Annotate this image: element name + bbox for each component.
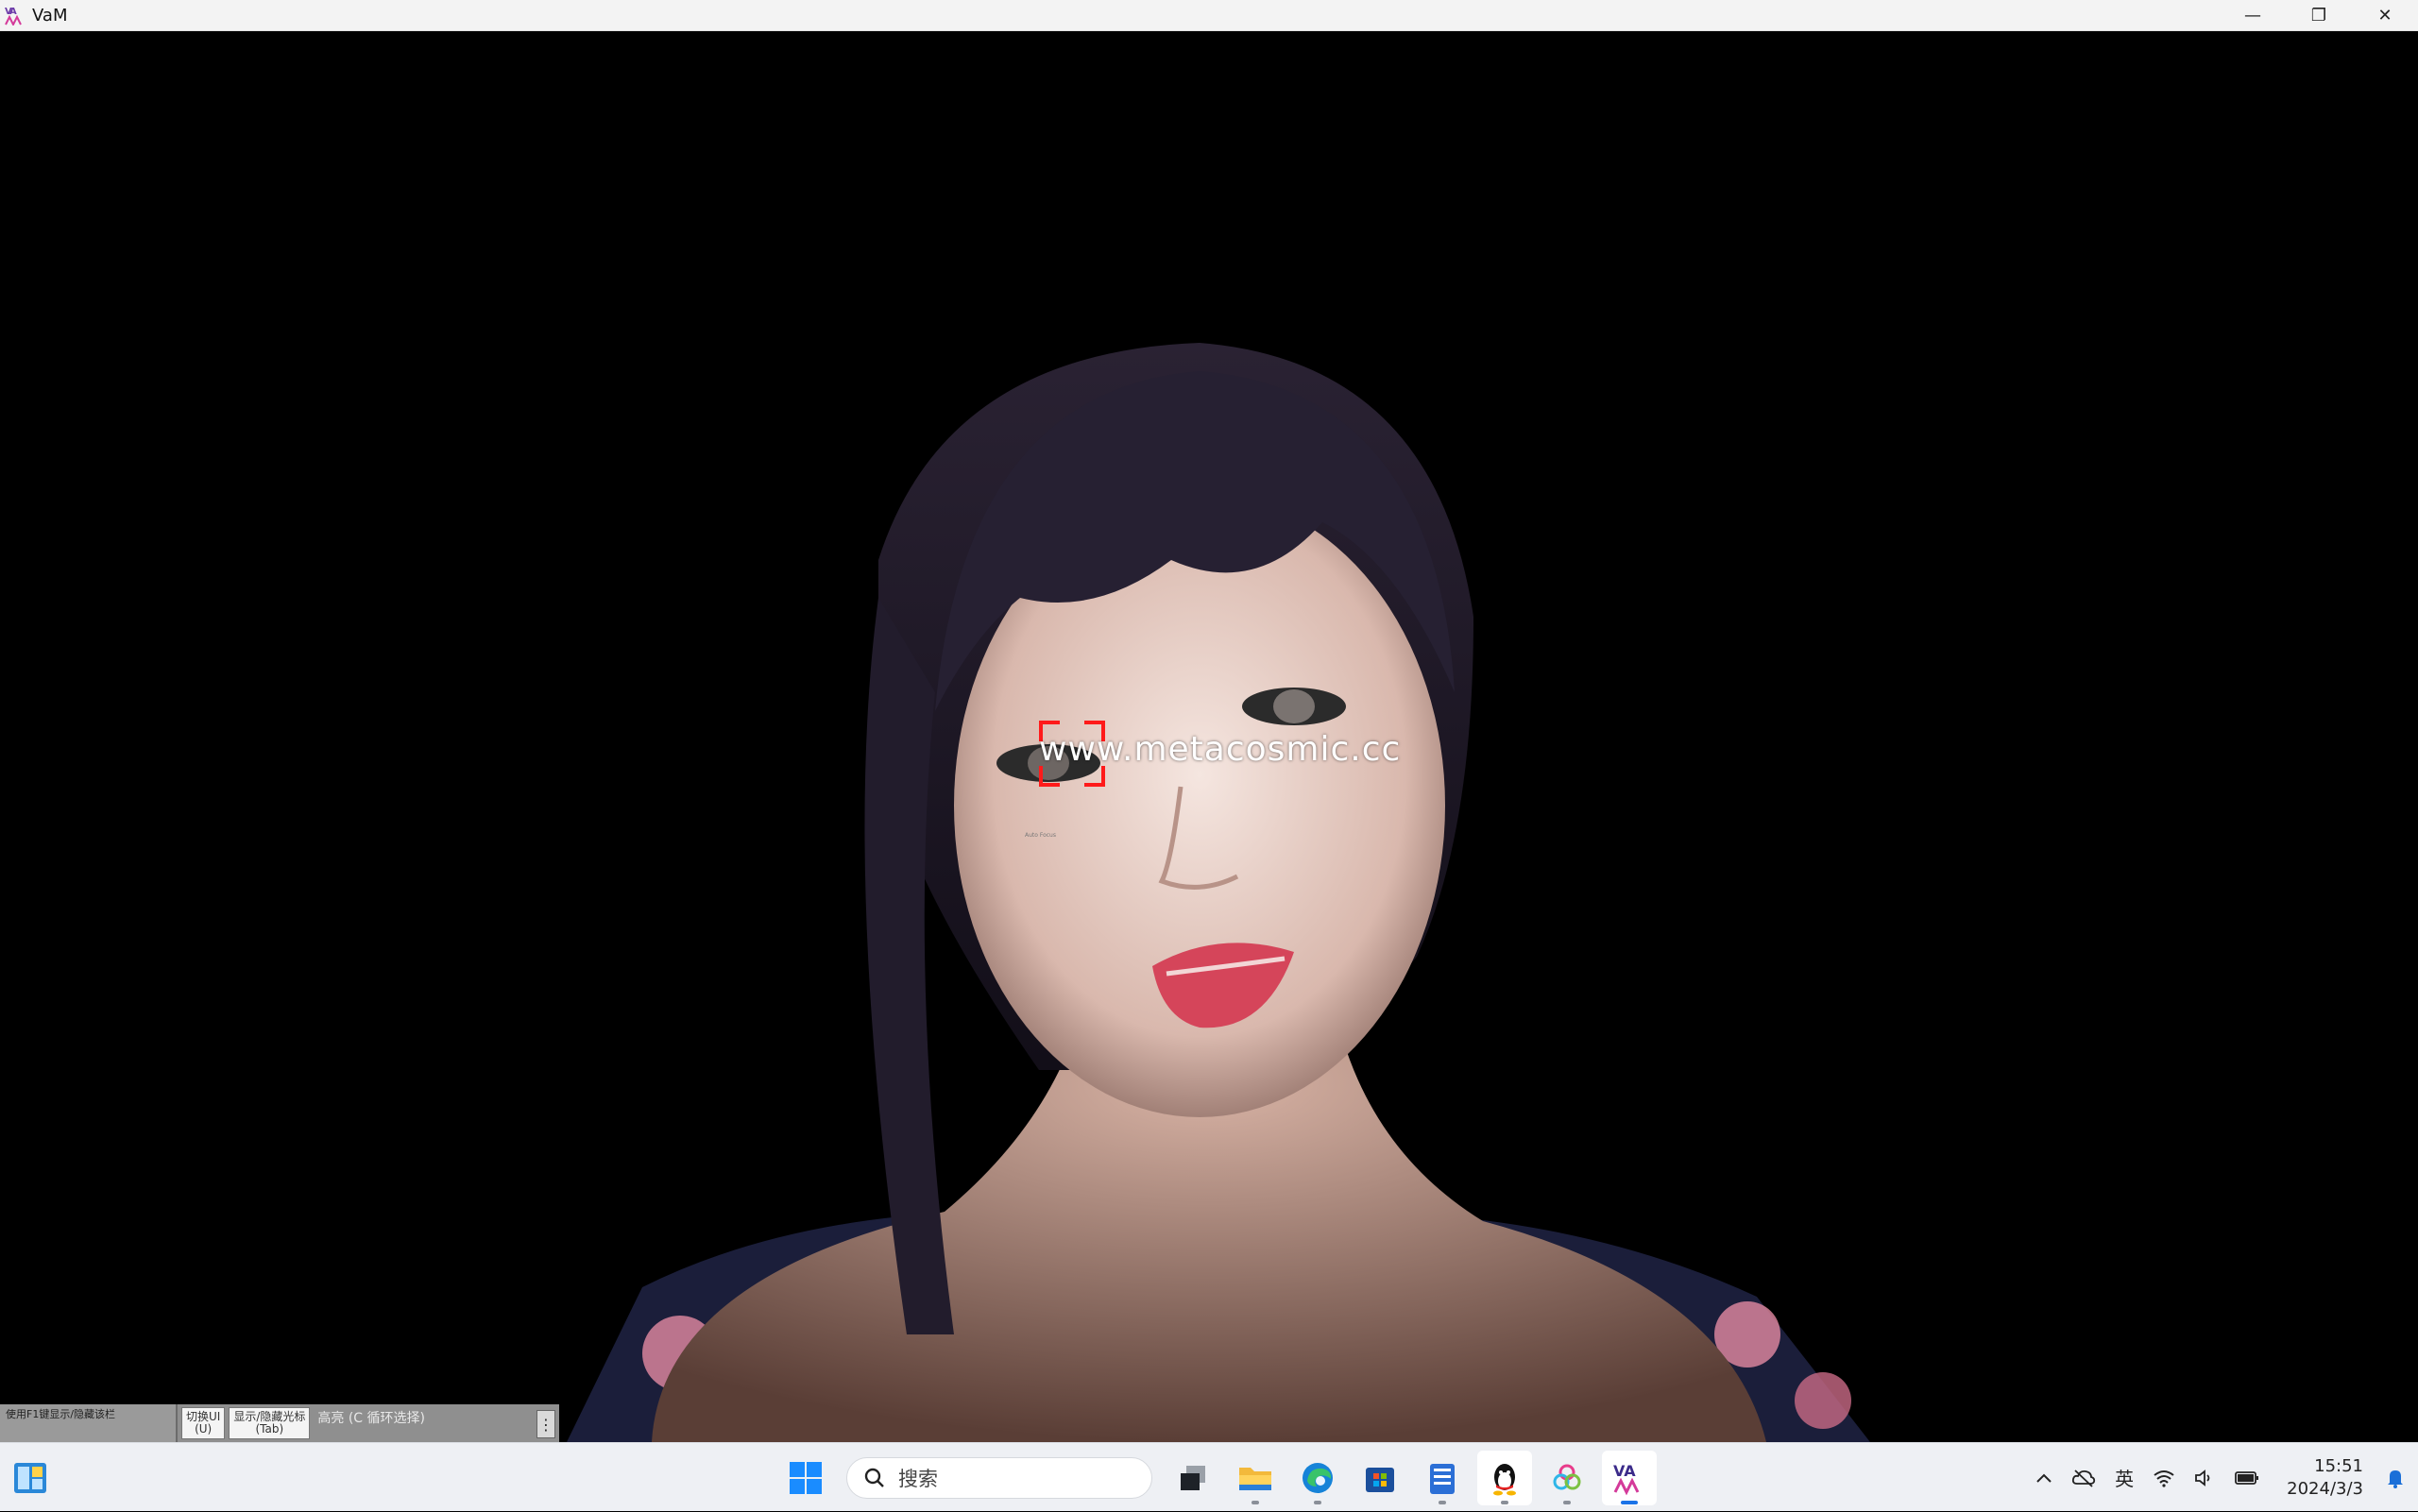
scene-viewport[interactable]: Auto Focus www.metacosmic.cc xyxy=(0,31,2418,1442)
cloud-offline-icon[interactable] xyxy=(2071,1469,2096,1487)
toggle-cursor-button[interactable]: 显示/隐藏光标 (Tab) xyxy=(229,1407,311,1439)
edge-icon[interactable] xyxy=(1290,1451,1345,1505)
svg-text:VA: VA xyxy=(1613,1462,1636,1480)
toggle-ui-button[interactable]: 切换UI (U) xyxy=(181,1407,226,1439)
task-view-icon[interactable] xyxy=(1166,1451,1220,1505)
tool-strip: 切换UI (U) 显示/隐藏光标 (Tab) 高亮 (C 循环选择) ⋮ xyxy=(178,1404,559,1442)
vam-quick-toolbar: 使用F1键显示/隐藏该栏 切换UI (U) 显示/隐藏光标 (Tab) 高亮 (… xyxy=(0,1404,559,1442)
app-cluster-icon[interactable] xyxy=(1540,1451,1594,1505)
vam-icon[interactable]: VA xyxy=(1602,1450,1657,1505)
svg-text:VA: VA xyxy=(5,7,17,17)
microsoft-store-icon[interactable] xyxy=(1353,1451,1407,1505)
qq-icon[interactable] xyxy=(1477,1450,1532,1505)
close-button[interactable]: ✕ xyxy=(2352,0,2418,31)
clock[interactable]: 15:51 2024/3/3 xyxy=(2287,1455,2363,1501)
window-titlebar: VA VaM — ❐ ✕ xyxy=(0,0,2418,31)
file-explorer-icon[interactable] xyxy=(1228,1451,1283,1505)
taskbar: 搜索 VA 英 15:51 2024/3/3 xyxy=(0,1442,2418,1511)
watermark-text: www.metacosmic.cc xyxy=(1039,730,1402,769)
search-placeholder: 搜索 xyxy=(898,1467,938,1490)
chevron-up-icon[interactable] xyxy=(2035,1472,2052,1484)
notepad-icon[interactable] xyxy=(1415,1451,1470,1505)
start-icon[interactable] xyxy=(778,1451,833,1505)
battery-charging-icon[interactable] xyxy=(2234,1470,2260,1487)
minimize-button[interactable]: — xyxy=(2220,0,2286,31)
clock-date: 2024/3/3 xyxy=(2287,1478,2363,1499)
system-tray: 英 15:51 2024/3/3 xyxy=(2026,1443,2418,1512)
ime-indicator[interactable]: 英 xyxy=(2115,1464,2134,1491)
highlight-toggle[interactable]: 高亮 (C 循环选择) xyxy=(317,1408,425,1427)
notification-bell-icon[interactable] xyxy=(2386,1468,2405,1488)
widgets-icon[interactable] xyxy=(13,1462,47,1494)
restore-button[interactable]: ❐ xyxy=(2286,0,2352,31)
wifi-icon[interactable] xyxy=(2153,1469,2175,1487)
vam-logo-icon: VA xyxy=(4,5,25,25)
taskbar-search[interactable]: 搜索 xyxy=(846,1456,1152,1499)
more-menu-icon[interactable]: ⋮ xyxy=(536,1410,555,1438)
clock-time: 15:51 xyxy=(2314,1455,2363,1476)
toggle-ui-key: (U) xyxy=(195,1422,213,1436)
window-title: VaM xyxy=(32,5,68,25)
search-icon xyxy=(864,1468,884,1487)
toggle-cursor-key: (Tab) xyxy=(255,1422,284,1436)
focus-caption: Auto Focus xyxy=(1025,832,1056,839)
volume-icon[interactable] xyxy=(2194,1469,2215,1487)
toolbar-hint: 使用F1键显示/隐藏该栏 xyxy=(0,1404,178,1442)
